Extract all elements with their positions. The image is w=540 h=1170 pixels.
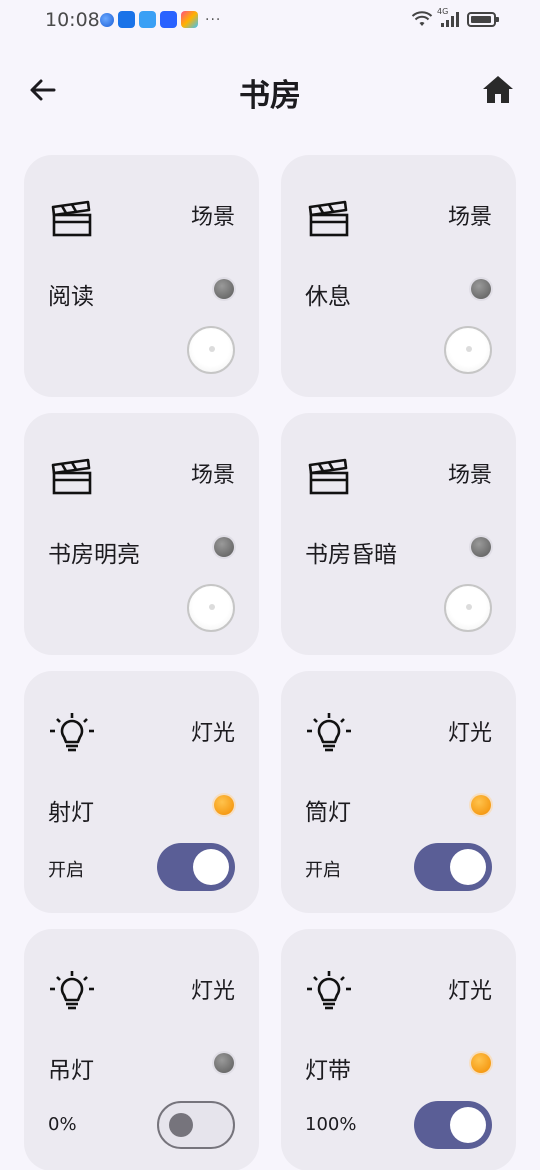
light-card-strip[interactable]: 灯光 灯带 100% <box>281 929 516 1170</box>
status-indicator <box>471 537 491 557</box>
light-status: 开启 <box>48 860 84 881</box>
card-name: 灯带 <box>305 1058 351 1084</box>
power-toggle[interactable] <box>414 1101 492 1149</box>
app-bar: 书房 <box>0 56 540 122</box>
status-indicator <box>214 795 234 815</box>
network-type: 4G <box>437 7 449 16</box>
light-bulb-icon <box>307 713 351 752</box>
power-toggle[interactable] <box>157 1101 235 1149</box>
clapperboard-icon <box>308 200 349 237</box>
notification-icons: ··· <box>100 11 221 28</box>
weather-app-icon <box>118 11 135 28</box>
light-card-downlight[interactable]: 灯光 筒灯 开启 <box>281 671 516 913</box>
toggle-knob <box>169 1113 193 1137</box>
home-icon[interactable] <box>480 72 516 108</box>
scene-card-study-dim[interactable]: 场景 书房昏暗 <box>281 413 516 655</box>
chat-app-icon <box>139 11 156 28</box>
scene-card-reading[interactable]: 场景 阅读 <box>24 155 259 397</box>
clapperboard-icon <box>51 458 92 495</box>
clapperboard-icon <box>51 200 92 237</box>
card-name: 射灯 <box>48 800 94 826</box>
clapperboard-icon <box>308 458 349 495</box>
gallery-app-icon <box>181 11 198 28</box>
activate-scene-button[interactable] <box>187 326 235 374</box>
activate-scene-button[interactable] <box>187 584 235 632</box>
power-toggle[interactable] <box>414 843 492 891</box>
status-indicator <box>471 279 491 299</box>
status-indicator <box>214 1053 234 1073</box>
card-type-label: 场景 <box>190 463 235 488</box>
light-bulb-icon <box>307 971 351 1010</box>
status-time: 10:08 <box>45 9 100 31</box>
card-type-label: 灯光 <box>190 979 235 1004</box>
toggle-knob <box>450 849 486 885</box>
toggle-knob <box>193 849 229 885</box>
card-name: 阅读 <box>48 284 94 310</box>
status-indicator <box>214 537 234 557</box>
card-type-label: 场景 <box>447 205 492 230</box>
card-name: 筒灯 <box>305 800 351 826</box>
page-title: 书房 <box>239 78 301 114</box>
status-indicator <box>471 1053 491 1073</box>
card-type-label: 场景 <box>190 205 235 230</box>
wifi-icon <box>411 11 433 26</box>
status-indicator <box>471 795 491 815</box>
activate-scene-button[interactable] <box>444 584 492 632</box>
light-card-spotlight[interactable]: 灯光 射灯 开启 <box>24 671 259 913</box>
light-status: 开启 <box>305 860 341 881</box>
status-bar: 10:08 ··· 4G <box>0 0 540 40</box>
status-indicator <box>214 279 234 299</box>
activate-scene-button[interactable] <box>444 326 492 374</box>
tips-app-icon <box>160 11 177 28</box>
toggle-knob <box>450 1107 486 1143</box>
card-name: 休息 <box>305 284 351 310</box>
card-name: 吊灯 <box>48 1058 94 1084</box>
light-card-pendant[interactable]: 灯光 吊灯 0% <box>24 929 259 1170</box>
scene-card-study-bright[interactable]: 场景 书房明亮 <box>24 413 259 655</box>
card-type-label: 灯光 <box>447 721 492 746</box>
more-notifications-icon: ··· <box>205 11 222 28</box>
card-name: 书房昏暗 <box>305 542 397 568</box>
light-status: 0% <box>48 1114 77 1135</box>
card-name: 书房明亮 <box>48 542 140 568</box>
scene-card-rest[interactable]: 场景 休息 <box>281 155 516 397</box>
system-icons: 4G <box>411 7 499 28</box>
card-type-label: 灯光 <box>190 721 235 746</box>
cellular-icon: 4G <box>437 7 461 28</box>
card-type-label: 灯光 <box>447 979 492 1004</box>
power-toggle[interactable] <box>157 843 235 891</box>
browser-icon <box>100 12 114 27</box>
light-status: 100% <box>305 1114 357 1135</box>
battery-icon <box>467 11 499 27</box>
light-bulb-icon <box>50 971 94 1010</box>
card-type-label: 场景 <box>447 463 492 488</box>
light-bulb-icon <box>50 713 94 752</box>
